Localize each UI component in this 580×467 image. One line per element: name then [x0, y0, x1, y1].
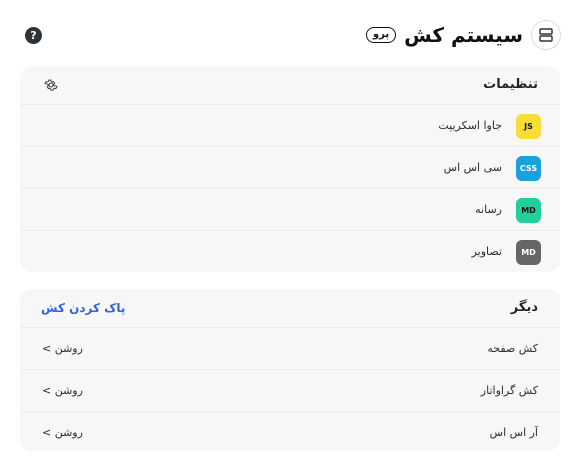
row-status[interactable]: روشن > — [42, 328, 83, 369]
list-item-images[interactable]: MD تصاویر — [20, 230, 560, 272]
css-badge: CSS — [516, 156, 541, 181]
gravatar-cache-row[interactable]: کش گراواتار روشن > — [20, 369, 560, 411]
rss-cache-row[interactable]: آر اس اس روشن > — [20, 411, 560, 451]
list-item-label: تصاویر — [471, 245, 502, 258]
list-item-css[interactable]: CSS سی اس اس — [20, 146, 560, 188]
app-title-wrap: سیستم کش پرو — [365, 18, 523, 52]
row-label: کش صفحه — [487, 342, 538, 355]
list-item-label: سی اس اس — [443, 161, 502, 174]
row-status[interactable]: روشن > — [42, 370, 83, 411]
images-badge: MD — [516, 240, 541, 265]
app-title: سیستم کش — [404, 23, 523, 47]
other-card: دیگر پاک کردن کش کش صفحه روشن > کش گراوا… — [20, 289, 560, 451]
list-item-label: جاوا اسکریپت — [438, 119, 502, 132]
clear-cache-link[interactable]: پاک کردن کش — [41, 289, 125, 327]
other-card-header: دیگر پاک کردن کش — [20, 289, 560, 327]
media-badge: MD — [516, 198, 541, 223]
settings-card: تنظیمات JS جاوا اسکریپت CSS سی اس اس MD … — [20, 66, 560, 272]
page-cache-row[interactable]: کش صفحه روشن > — [20, 327, 560, 369]
list-item-js[interactable]: JS جاوا اسکریپت — [20, 104, 560, 146]
list-item-media[interactable]: MD رسانه — [20, 188, 560, 230]
settings-title: تنظیمات — [483, 77, 538, 92]
list-item-label: رسانه — [475, 203, 502, 216]
help-symbol: ? — [30, 29, 37, 42]
server-stack-icon[interactable] — [531, 20, 561, 50]
settings-card-header: تنظیمات — [20, 66, 560, 104]
gear-icon[interactable] — [44, 78, 58, 92]
server-stack-icon-svg — [539, 28, 553, 42]
other-title: دیگر — [510, 300, 538, 315]
js-badge: JS — [516, 114, 541, 139]
question-circle-icon[interactable]: ? — [25, 27, 42, 44]
row-label: کش گراواتار — [480, 384, 538, 397]
pro-badge: پرو — [365, 27, 397, 43]
header: ? سیستم کش پرو — [0, 0, 580, 66]
row-status[interactable]: روشن > — [42, 412, 83, 451]
row-label: آر اس اس — [489, 426, 538, 439]
